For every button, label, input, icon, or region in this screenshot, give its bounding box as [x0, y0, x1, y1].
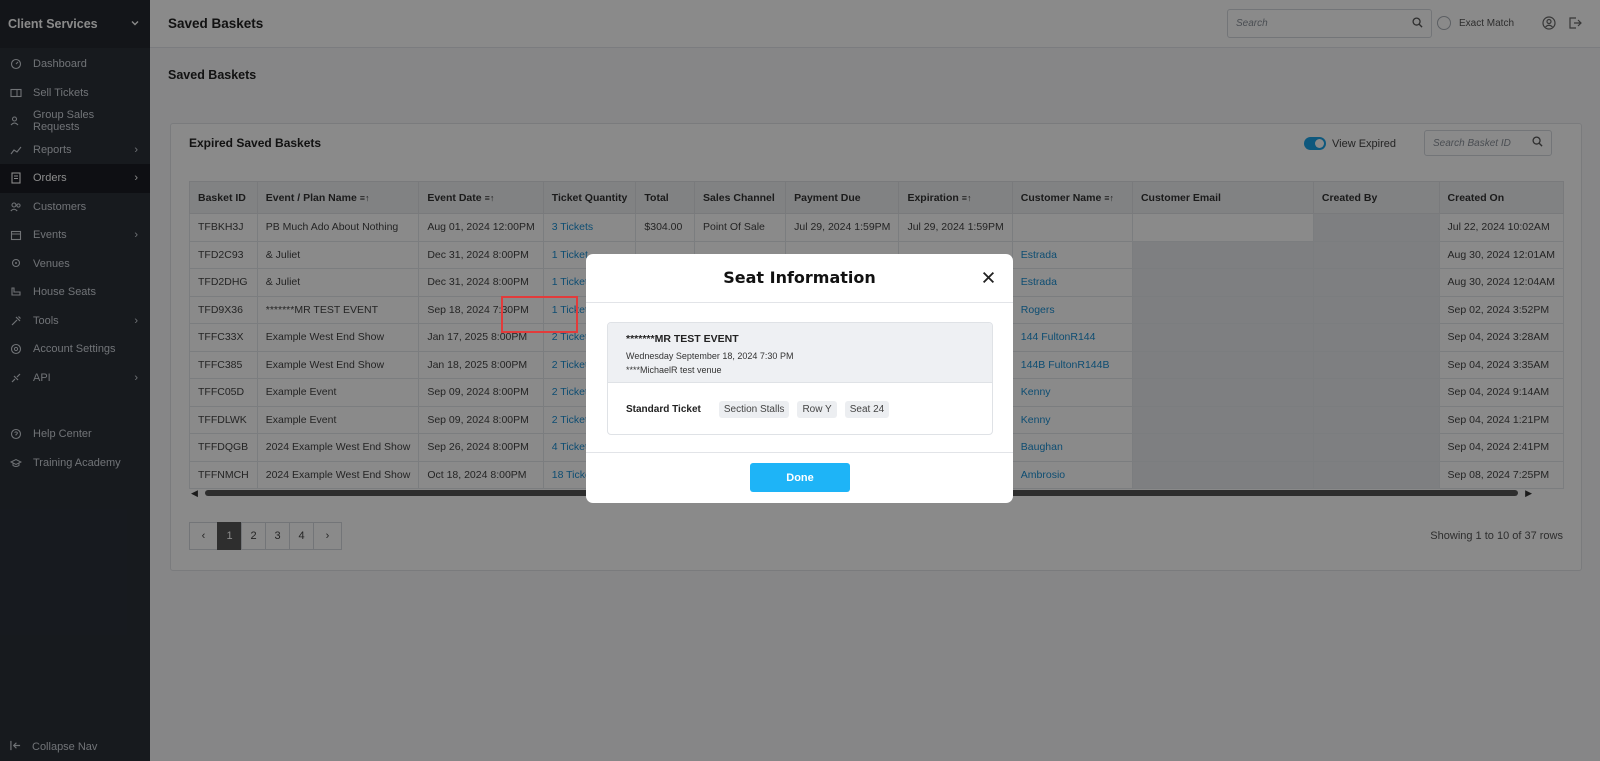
modal-footer-divider	[586, 452, 1013, 453]
close-icon[interactable]	[982, 271, 995, 287]
done-button[interactable]: Done	[750, 463, 850, 492]
seat-event-info: *******MR TEST EVENT Wednesday September…	[608, 323, 992, 383]
highlight-box	[501, 296, 578, 333]
seat-details: Standard Ticket Section Stalls Row Y Sea…	[608, 383, 992, 434]
seat-information-modal: Seat Information *******MR TEST EVENT We…	[586, 254, 1013, 503]
ticket-type: Standard Ticket	[626, 403, 701, 415]
row-chip: Row Y	[797, 400, 837, 418]
seat-card: *******MR TEST EVENT Wednesday September…	[607, 322, 993, 435]
seat-chip: Seat 24	[844, 400, 890, 418]
event-date: Wednesday September 18, 2024 7:30 PM	[626, 351, 794, 361]
event-venue: ****MichaelR test venue	[626, 365, 722, 375]
modal-divider	[586, 302, 1013, 303]
event-name: *******MR TEST EVENT	[626, 333, 739, 345]
section-chip: Section Stalls	[718, 400, 790, 418]
modal-title: Seat Information	[723, 268, 876, 287]
